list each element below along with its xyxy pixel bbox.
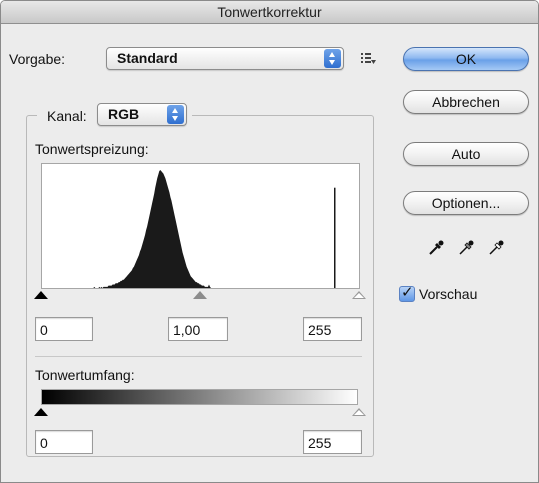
input-shadow-slider[interactable] [34,291,48,299]
channel-popup[interactable]: RGB [97,103,187,126]
preset-options-icon[interactable] [360,51,376,65]
input-levels-label: Tonwertspreizung: [35,141,149,157]
channel-legend: Kanal: RGB [37,103,192,127]
channel-label: Kanal: [47,108,87,124]
output-levels-label: Tonwertumfang: [35,367,135,383]
preset-label: Vorgabe: [9,51,66,67]
black-eyedropper-icon[interactable] [427,239,445,257]
window-title: Tonwertkorrektur [1,1,538,24]
preview-label: Vorschau [419,286,478,302]
input-highlight-field[interactable]: 255 [303,317,362,341]
input-midtone-slider[interactable] [193,291,207,299]
levels-dialog: Tonwertkorrektur Vorgabe: Standard OK Ab… [0,0,539,483]
popup-arrows-icon [167,105,184,124]
checkmark-icon: ✓ [401,284,414,301]
cancel-button[interactable]: Abbrechen [403,90,529,114]
input-shadow-field[interactable]: 0 [35,317,93,341]
output-shadow-slider[interactable] [34,408,48,416]
ok-button[interactable]: OK [403,47,529,71]
channel-value: RGB [108,106,140,122]
preset-popup[interactable]: Standard [106,47,344,70]
output-gradient [41,389,358,405]
histogram-mound [72,170,347,288]
white-eyedropper-icon[interactable] [487,239,505,257]
preset-value: Standard [117,50,178,66]
options-button[interactable]: Optionen... [403,191,529,215]
output-highlight-field[interactable]: 255 [303,430,362,454]
popup-arrows-icon [324,49,341,68]
histogram-chart [72,170,347,288]
histogram [41,163,360,289]
preview-checkbox[interactable]: ✓ [399,284,415,302]
gray-eyedropper-icon[interactable] [457,239,475,257]
histogram-spike [334,187,336,288]
input-midtone-field[interactable]: 1,00 [168,317,228,341]
output-highlight-slider[interactable] [352,408,366,416]
auto-button[interactable]: Auto [403,142,529,166]
output-shadow-field[interactable]: 0 [35,430,93,454]
divider [35,356,362,357]
input-highlight-slider[interactable] [352,291,366,299]
